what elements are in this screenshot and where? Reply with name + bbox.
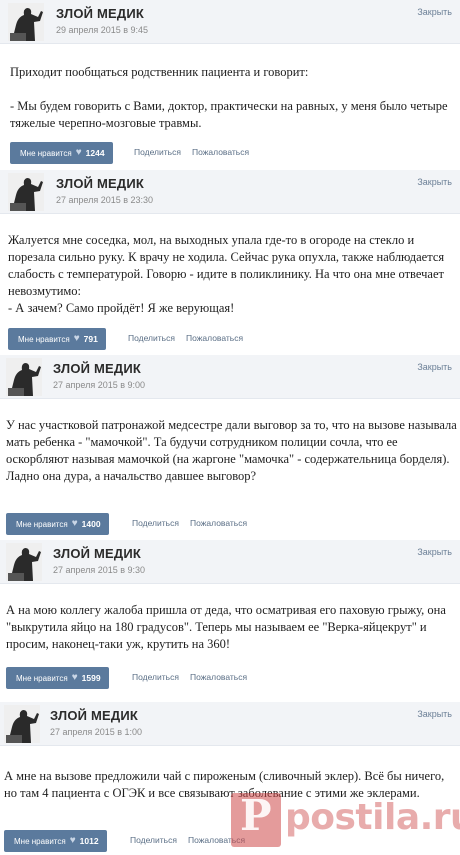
post-date[interactable]: 27 апреля 2015 в 23:30 (56, 195, 153, 205)
like-button[interactable]: Мне нравится ♥ 1599 (6, 667, 109, 689)
post-header: ЗЛОЙ МЕДИК 29 апреля 2015 в 9:45 Закрыть (0, 0, 460, 44)
post-3: ЗЛОЙ МЕДИК 27 апреля 2015 в 9:00 Закрыть… (0, 355, 460, 540)
post-date[interactable]: 27 апреля 2015 в 1:00 (50, 727, 142, 737)
watermark-text: postila.ru (285, 797, 460, 838)
post-date[interactable]: 29 апреля 2015 в 9:45 (56, 25, 148, 35)
report-link[interactable]: Пожаловаться (186, 333, 243, 343)
heart-icon: ♥ (69, 835, 76, 846)
post-header: ЗЛОЙ МЕДИК 27 апреля 2015 в 1:00 Закрыть (0, 702, 460, 746)
like-count: 1244 (85, 148, 105, 158)
close-link[interactable]: Закрыть (417, 7, 452, 17)
post-actions: Мне нравится ♥ 1244 Поделиться Пожаловат… (10, 142, 450, 164)
avatar[interactable] (6, 358, 42, 396)
like-label: Мне нравится (14, 836, 66, 846)
avatar[interactable] (8, 3, 44, 41)
share-link[interactable]: Поделиться (134, 147, 181, 157)
post-header: ЗЛОЙ МЕДИК 27 апреля 2015 в 23:30 Закрыт… (0, 170, 460, 214)
text-line: У нас участковой патронажой медсестре да… (6, 418, 457, 466)
post-2: ЗЛОЙ МЕДИК 27 апреля 2015 в 23:30 Закрыт… (0, 170, 460, 355)
avatar[interactable] (8, 173, 44, 211)
share-link[interactable]: Поделиться (128, 333, 175, 343)
author-name[interactable]: ЗЛОЙ МЕДИК (50, 708, 138, 723)
post-actions: Мне нравится ♥ 791 Поделиться Пожаловать… (8, 328, 448, 350)
text-line: Приходит пообщаться родственник пациента… (10, 65, 309, 79)
text-line (10, 81, 460, 98)
author-name[interactable]: ЗЛОЙ МЕДИК (53, 361, 141, 376)
text-line: - А зачем? Само пройдёт! Я же верующая! (8, 301, 235, 315)
close-link[interactable]: Закрыть (417, 547, 452, 557)
author-name[interactable]: ЗЛОЙ МЕДИК (56, 6, 144, 21)
avatar[interactable] (4, 705, 40, 743)
post-header: ЗЛОЙ МЕДИК 27 апреля 2015 в 9:30 Закрыть (0, 540, 460, 584)
share-link[interactable]: Поделиться (132, 672, 179, 682)
like-button[interactable]: Мне нравится ♥ 1012 (4, 830, 107, 852)
like-count: 791 (83, 334, 98, 344)
report-link[interactable]: Пожаловаться (190, 672, 247, 682)
post-actions: Мне нравится ♥ 1400 Поделиться Пожаловат… (6, 513, 446, 535)
text-line: Жалуется мне соседка, мол, на выходных у… (8, 233, 445, 298)
heart-icon: ♥ (71, 518, 78, 529)
like-label: Мне нравится (16, 673, 68, 683)
post-text: А на мою коллегу жалоба пришла от деда, … (6, 602, 458, 653)
heart-icon: ♥ (73, 333, 80, 344)
postila-watermark: P postila.ru (231, 789, 460, 851)
share-link[interactable]: Поделиться (130, 835, 177, 845)
text-line: - Мы будем говорить с Вами, доктор, прак… (10, 99, 448, 130)
post-text: Приходит пообщаться родственник пациента… (10, 64, 460, 132)
like-count: 1012 (79, 836, 99, 846)
close-link[interactable]: Закрыть (417, 709, 452, 719)
like-count: 1400 (81, 519, 101, 529)
close-link[interactable]: Закрыть (417, 362, 452, 372)
like-label: Мне нравится (18, 334, 70, 344)
post-4: ЗЛОЙ МЕДИК 27 апреля 2015 в 9:30 Закрыть… (0, 540, 460, 702)
text-line: Ладно она дура, а начальство давшее выго… (6, 469, 257, 483)
heart-icon: ♥ (75, 147, 82, 158)
author-name[interactable]: ЗЛОЙ МЕДИК (53, 546, 141, 561)
post-header: ЗЛОЙ МЕДИК 27 апреля 2015 в 9:00 Закрыть (0, 355, 460, 399)
post-text: У нас участковой патронажой медсестре да… (6, 417, 458, 485)
like-button[interactable]: Мне нравится ♥ 791 (8, 328, 106, 350)
like-button[interactable]: Мне нравится ♥ 1244 (10, 142, 113, 164)
post-1: ЗЛОЙ МЕДИК 29 апреля 2015 в 9:45 Закрыть… (0, 0, 460, 170)
report-link[interactable]: Пожаловаться (190, 518, 247, 528)
post-actions: Мне нравится ♥ 1599 Поделиться Пожаловат… (6, 667, 446, 689)
post-date[interactable]: 27 апреля 2015 в 9:30 (53, 565, 145, 575)
close-link[interactable]: Закрыть (417, 177, 452, 187)
like-count: 1599 (81, 673, 101, 683)
share-link[interactable]: Поделиться (132, 518, 179, 528)
author-name[interactable]: ЗЛОЙ МЕДИК (56, 176, 144, 191)
post-text: Жалуется мне соседка, мол, на выходных у… (8, 232, 460, 317)
post-date[interactable]: 27 апреля 2015 в 9:00 (53, 380, 145, 390)
like-button[interactable]: Мне нравится ♥ 1400 (6, 513, 109, 535)
like-label: Мне нравится (20, 148, 72, 158)
heart-icon: ♥ (71, 672, 78, 683)
avatar[interactable] (6, 543, 42, 581)
watermark-letter: P (240, 791, 272, 840)
like-label: Мне нравится (16, 519, 68, 529)
report-link[interactable]: Пожаловаться (192, 147, 249, 157)
text-line: А на мою коллегу жалоба пришла от деда, … (6, 603, 446, 651)
